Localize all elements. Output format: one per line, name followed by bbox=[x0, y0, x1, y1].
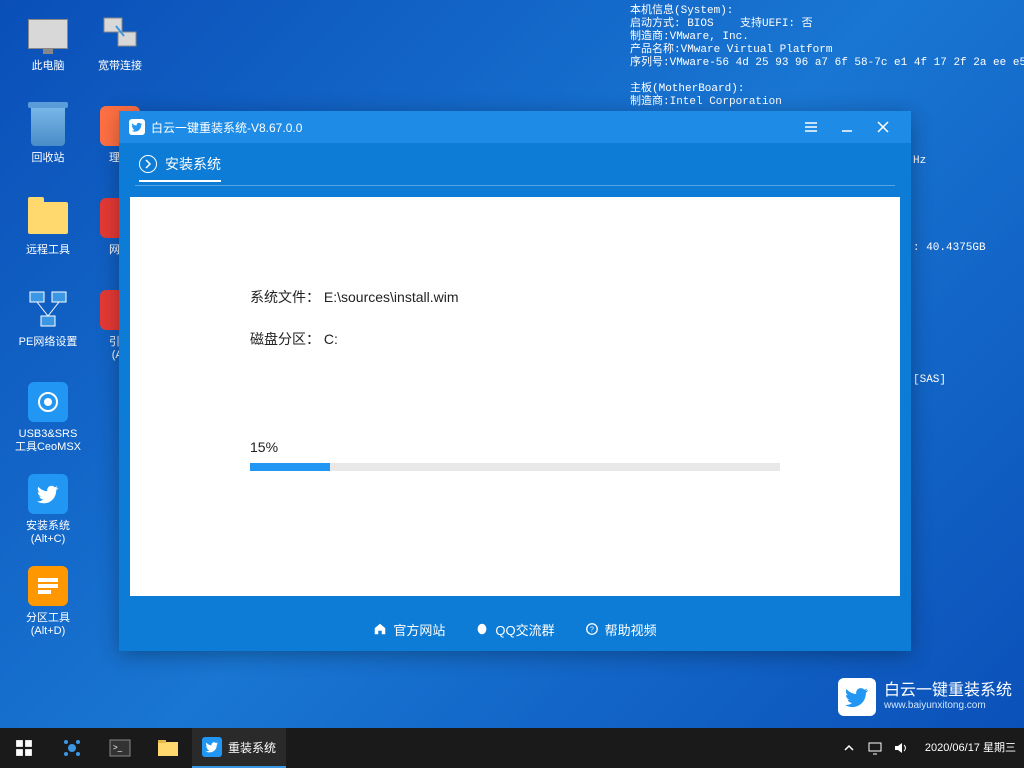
progress-bar bbox=[250, 463, 780, 471]
explorer-icon bbox=[157, 739, 179, 757]
usb-icon bbox=[28, 382, 68, 422]
system-info-hz: Hz bbox=[913, 155, 926, 167]
taskbar: >_ 重装系统 2020/06/17 星期三 bbox=[0, 728, 1024, 768]
progress-percent: 15% bbox=[250, 439, 780, 455]
settings-icon bbox=[61, 737, 83, 759]
step-indicator-icon bbox=[139, 155, 157, 173]
tray-chevron-icon[interactable] bbox=[841, 740, 857, 756]
desktop-icon-pe-network[interactable]: PE网络设置 bbox=[12, 288, 84, 368]
partition-value: C: bbox=[324, 331, 338, 347]
partition-icon bbox=[28, 566, 68, 606]
icon-label: 宽带连接 bbox=[98, 60, 142, 73]
install-icon bbox=[28, 474, 68, 514]
window-title: 白云一键重装系统-V8.67.0.0 bbox=[151, 119, 302, 136]
footer-links: 官方网站 QQ交流群 ? 帮助视频 bbox=[119, 607, 911, 651]
watermark-text: 白云一键重装系统 www.baiyunxitong.com bbox=[884, 682, 1012, 712]
taskbar-app-3[interactable] bbox=[144, 728, 192, 768]
system-info-size: : 40.4375GB bbox=[913, 242, 986, 254]
tray-volume-icon[interactable] bbox=[893, 740, 909, 756]
tray-pc-icon[interactable] bbox=[867, 740, 883, 756]
app-icon bbox=[129, 119, 145, 135]
progress-area: 15% bbox=[250, 439, 780, 471]
link-official-site[interactable]: 官方网站 bbox=[373, 620, 445, 639]
pc-icon bbox=[28, 19, 68, 49]
desktop-icon-remote-tools[interactable]: 远程工具 bbox=[12, 196, 84, 276]
close-button[interactable] bbox=[865, 115, 901, 139]
svg-text:?: ? bbox=[590, 627, 594, 634]
icon-label: 回收站 bbox=[32, 152, 65, 165]
system-info-text: 本机信息(System): 启动方式: BIOS 支持UEFI: 否 制造商:V… bbox=[630, 5, 1024, 109]
desktop-icon-broadband[interactable]: 宽带连接 bbox=[84, 12, 156, 92]
link-qq-group[interactable]: QQ交流群 bbox=[475, 620, 554, 639]
icon-label: 此电脑 bbox=[32, 60, 65, 73]
desktop-icon-install-system[interactable]: 安装系统 (Alt+C) bbox=[12, 472, 84, 552]
watermark: 白云一键重装系统 www.baiyunxitong.com bbox=[838, 678, 1012, 716]
installer-window: 白云一键重装系统-V8.67.0.0 安装系统 系统文件： E:\sources… bbox=[119, 111, 911, 651]
partition-row: 磁盘分区： C: bbox=[250, 329, 780, 349]
minimize-button[interactable] bbox=[829, 115, 865, 139]
bin-icon bbox=[31, 106, 65, 146]
system-info-sas: [SAS] bbox=[913, 374, 946, 386]
progress-fill bbox=[250, 463, 330, 471]
taskbar-clock[interactable]: 2020/06/17 星期三 bbox=[917, 742, 1024, 755]
taskbar-app-2[interactable]: >_ bbox=[96, 728, 144, 768]
watermark-icon bbox=[838, 678, 876, 716]
start-button[interactable] bbox=[0, 728, 48, 768]
help-icon: ? bbox=[585, 622, 599, 636]
menu-button[interactable] bbox=[793, 115, 829, 139]
system-file-row: 系统文件： E:\sources\install.wim bbox=[250, 287, 780, 307]
taskbar-app-1[interactable] bbox=[48, 728, 96, 768]
system-tray bbox=[833, 740, 917, 756]
task-icon bbox=[202, 737, 222, 757]
svg-text:>_: >_ bbox=[113, 743, 123, 752]
terminal-icon: >_ bbox=[109, 739, 131, 757]
link-label: 帮助视频 bbox=[605, 620, 657, 639]
link-label: QQ交流群 bbox=[495, 620, 554, 639]
icon-label: 远程工具 bbox=[26, 244, 70, 257]
taskbar-task-installer[interactable]: 重装系统 bbox=[192, 728, 286, 768]
link-label: 官方网站 bbox=[393, 620, 445, 639]
task-label: 重装系统 bbox=[228, 739, 276, 756]
titlebar[interactable]: 白云一键重装系统-V8.67.0.0 bbox=[119, 111, 911, 143]
icon-label: 分区工具 (Alt+D) bbox=[26, 612, 70, 638]
icon-label: USB3&SRS 工具CeoMSX bbox=[15, 428, 81, 454]
home-icon bbox=[373, 622, 387, 636]
desktop-icon-usb3-srs[interactable]: USB3&SRS 工具CeoMSX bbox=[12, 380, 84, 460]
desktop-icon-this-pc[interactable]: 此电脑 bbox=[12, 12, 84, 92]
partition-label: 磁盘分区： bbox=[250, 331, 320, 347]
broadband-icon bbox=[98, 12, 142, 56]
qq-icon bbox=[475, 622, 489, 636]
file-value: E:\sources\install.wim bbox=[324, 289, 459, 305]
file-label: 系统文件： bbox=[250, 289, 320, 305]
link-help-video[interactable]: ? 帮助视频 bbox=[585, 620, 657, 639]
subheader: 安装系统 bbox=[119, 143, 911, 185]
installer-content: 系统文件： E:\sources\install.wim 磁盘分区： C: 15… bbox=[130, 197, 900, 596]
icon-label: 安装系统 (Alt+C) bbox=[26, 520, 70, 546]
desktop-icon-recycle-bin[interactable]: 回收站 bbox=[12, 104, 84, 184]
folder-icon bbox=[28, 202, 68, 234]
desktop-icon-partition-tool[interactable]: 分区工具 (Alt+D) bbox=[12, 564, 84, 644]
subheader-title: 安装系统 bbox=[165, 154, 221, 174]
icon-label: PE网络设置 bbox=[19, 336, 78, 349]
network-icon bbox=[26, 288, 70, 332]
